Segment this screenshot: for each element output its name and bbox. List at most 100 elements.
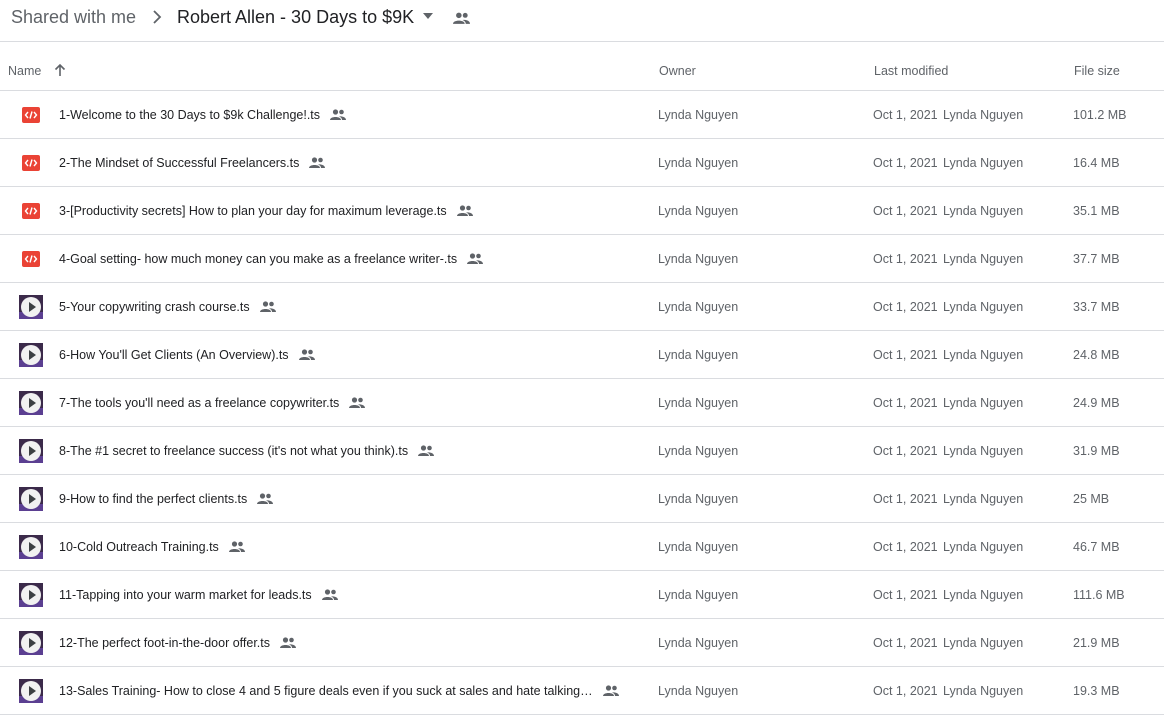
video-thumbnail-icon: [19, 583, 43, 607]
breadcrumb-shared-with-me[interactable]: Shared with me: [11, 6, 136, 28]
file-modified-by: Lynda Nguyen: [943, 156, 1024, 170]
file-owner: Lynda Nguyen: [658, 204, 739, 218]
file-size: 24.9 MB: [1073, 396, 1120, 410]
file-modified-date: Oct 1, 2021: [873, 108, 938, 122]
file-name[interactable]: 2-The Mindset of Successful Freelancers.…: [59, 155, 299, 171]
file-name[interactable]: 13-Sales Training- How to close 4 and 5 …: [59, 683, 593, 699]
file-row[interactable]: 12-The perfect foot-in-the-door offer.ts…: [0, 619, 1164, 667]
file-row[interactable]: 6-How You'll Get Clients (An Overview).t…: [0, 331, 1164, 379]
file-size: 101.2 MB: [1073, 108, 1127, 122]
code-file-icon: [22, 155, 40, 171]
file-row[interactable]: 1-Welcome to the 30 Days to $9k Challeng…: [0, 91, 1164, 139]
file-owner: Lynda Nguyen: [658, 492, 739, 506]
file-name[interactable]: 3-[Productivity secrets] How to plan you…: [59, 203, 447, 219]
file-modified-date: Oct 1, 2021: [873, 156, 938, 170]
file-name[interactable]: 1-Welcome to the 30 Days to $9k Challeng…: [59, 107, 320, 123]
play-triangle-icon: [29, 686, 36, 696]
file-owner: Lynda Nguyen: [658, 396, 739, 410]
file-name[interactable]: 7-The tools you'll need as a freelance c…: [59, 395, 339, 411]
file-name[interactable]: 12-The perfect foot-in-the-door offer.ts: [59, 635, 270, 651]
file-size: 16.4 MB: [1073, 156, 1120, 170]
file-row[interactable]: 5-Your copywriting crash course.ts Lynda…: [0, 283, 1164, 331]
video-thumbnail-icon: [19, 631, 43, 655]
chevron-right-icon: [153, 10, 162, 24]
caret-down-icon[interactable]: [423, 13, 433, 19]
file-modified-by: Lynda Nguyen: [943, 108, 1024, 122]
file-modified-date: Oct 1, 2021: [873, 300, 938, 314]
file-owner: Lynda Nguyen: [658, 348, 739, 362]
shared-people-icon: [453, 12, 470, 24]
file-owner: Lynda Nguyen: [658, 636, 739, 650]
file-owner: Lynda Nguyen: [658, 156, 739, 170]
file-name[interactable]: 8-The #1 secret to freelance success (it…: [59, 443, 408, 459]
file-modified-by: Lynda Nguyen: [943, 204, 1024, 218]
file-modified-date: Oct 1, 2021: [873, 444, 938, 458]
file-modified-by: Lynda Nguyen: [943, 684, 1024, 698]
file-owner: Lynda Nguyen: [658, 444, 739, 458]
column-header-file-size: File size: [1074, 64, 1120, 78]
file-name[interactable]: 4-Goal setting- how much money can you m…: [59, 251, 457, 267]
file-modified-date: Oct 1, 2021: [873, 204, 938, 218]
play-triangle-icon: [29, 398, 36, 408]
column-header-owner: Owner: [659, 64, 696, 78]
shared-people-icon: [257, 493, 274, 504]
file-name[interactable]: 10-Cold Outreach Training.ts: [59, 539, 219, 555]
file-modified-by: Lynda Nguyen: [943, 588, 1024, 602]
shared-people-icon: [321, 589, 338, 600]
file-modified-date: Oct 1, 2021: [873, 636, 938, 650]
file-name[interactable]: 9-How to find the perfect clients.ts: [59, 491, 247, 507]
video-thumbnail-icon: [19, 295, 43, 319]
shared-people-icon: [456, 205, 473, 216]
breadcrumb: Shared with me Robert Allen - 30 Days to…: [0, 0, 1164, 42]
column-header-last-modified: Last modified: [874, 64, 949, 78]
file-modified-date: Oct 1, 2021: [873, 540, 938, 554]
file-row[interactable]: 4-Goal setting- how much money can you m…: [0, 235, 1164, 283]
file-row[interactable]: 10-Cold Outreach Training.ts Lynda Nguye…: [0, 523, 1164, 571]
file-name[interactable]: 6-How You'll Get Clients (An Overview).t…: [59, 347, 289, 363]
file-modified-by: Lynda Nguyen: [943, 540, 1024, 554]
file-row[interactable]: 3-[Productivity secrets] How to plan you…: [0, 187, 1164, 235]
file-owner: Lynda Nguyen: [658, 684, 739, 698]
shared-people-icon: [259, 301, 276, 312]
file-modified-by: Lynda Nguyen: [943, 492, 1024, 506]
file-size: 19.3 MB: [1073, 684, 1120, 698]
video-thumbnail-icon: [19, 343, 43, 367]
file-size: 111.6 MB: [1073, 588, 1125, 602]
file-name[interactable]: 5-Your copywriting crash course.ts: [59, 299, 250, 315]
play-triangle-icon: [29, 494, 36, 504]
file-size: 25 MB: [1073, 492, 1110, 506]
play-triangle-icon: [29, 350, 36, 360]
file-size: 24.8 MB: [1073, 348, 1120, 362]
file-size: 33.7 MB: [1073, 300, 1120, 314]
breadcrumb-current-folder[interactable]: Robert Allen - 30 Days to $9K: [177, 6, 414, 28]
file-name[interactable]: 11-Tapping into your warm market for lea…: [59, 587, 312, 603]
file-modified-date: Oct 1, 2021: [873, 396, 938, 410]
file-owner: Lynda Nguyen: [658, 588, 739, 602]
file-modified-by: Lynda Nguyen: [943, 444, 1024, 458]
code-file-icon: [22, 251, 40, 267]
file-size: 46.7 MB: [1073, 540, 1120, 554]
file-row[interactable]: 11-Tapping into your warm market for lea…: [0, 571, 1164, 619]
file-row[interactable]: 13-Sales Training- How to close 4 and 5 …: [0, 667, 1164, 715]
video-thumbnail-icon: [19, 535, 43, 559]
column-header-name[interactable]: Name: [8, 63, 41, 79]
file-modified-by: Lynda Nguyen: [943, 348, 1024, 362]
code-file-icon: [22, 107, 40, 123]
video-thumbnail-icon: [19, 439, 43, 463]
play-triangle-icon: [29, 638, 36, 648]
file-row[interactable]: 7-The tools you'll need as a freelance c…: [0, 379, 1164, 427]
file-size: 35.1 MB: [1073, 204, 1120, 218]
play-triangle-icon: [29, 542, 36, 552]
file-modified-date: Oct 1, 2021: [873, 684, 938, 698]
file-owner: Lynda Nguyen: [658, 252, 739, 266]
arrow-up-icon[interactable]: [53, 63, 67, 77]
file-owner: Lynda Nguyen: [658, 540, 739, 554]
file-row[interactable]: 8-The #1 secret to freelance success (it…: [0, 427, 1164, 475]
video-thumbnail-icon: [19, 679, 43, 703]
file-modified-by: Lynda Nguyen: [943, 252, 1024, 266]
file-list-header: Name Owner Last modified File size: [0, 42, 1164, 91]
code-file-icon: [22, 203, 40, 219]
file-row[interactable]: 2-The Mindset of Successful Freelancers.…: [0, 139, 1164, 187]
file-row[interactable]: 9-How to find the perfect clients.ts Lyn…: [0, 475, 1164, 523]
video-thumbnail-icon: [19, 487, 43, 511]
